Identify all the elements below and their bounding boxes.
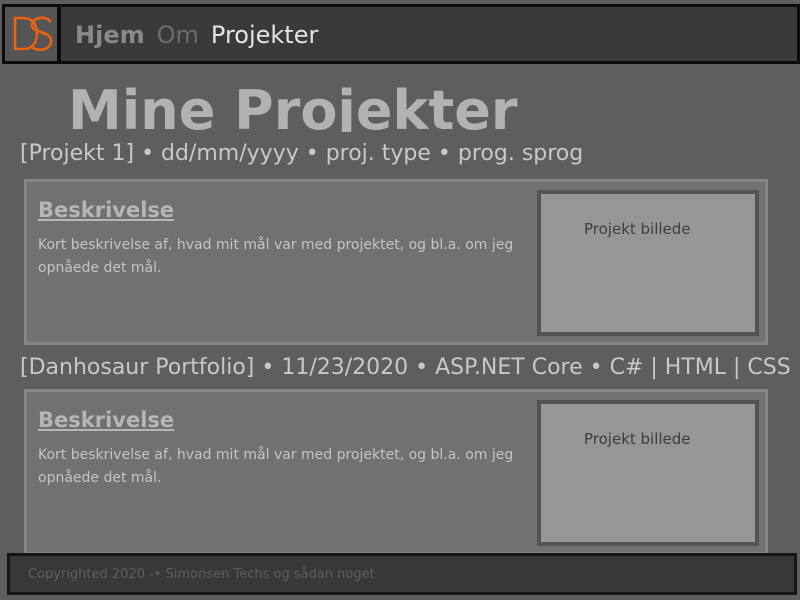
nav-link-projekter[interactable]: Projekter	[211, 21, 318, 49]
project-card: Beskrivelse Kort beskrivelse af, hvad mi…	[24, 179, 768, 345]
project-card: Beskrivelse Kort beskrivelse af, hvad mi…	[24, 389, 768, 555]
nav-link-om[interactable]: Om	[157, 21, 199, 49]
footer: Copyrighted 2020 -• Simonsen Techs og så…	[7, 553, 797, 595]
ds-logo-icon	[13, 16, 53, 52]
footer-copyright: Copyrighted 2020 -• Simonsen Techs og så…	[28, 567, 375, 582]
project-description: Kort beskrivelse af, hvad mit mål var me…	[38, 447, 514, 486]
description-heading: Beskrivelse	[38, 198, 175, 222]
description-heading: Beskrivelse	[38, 408, 175, 432]
project-meta: [Danhosaur Portfolio] • 11/23/2020 • ASP…	[20, 355, 791, 380]
project-image-label: Projekt billede	[584, 220, 691, 238]
project-description: Kort beskrivelse af, hvad mit mål var me…	[38, 237, 514, 276]
top-navigation-bar: Hjem Om Projekter	[2, 4, 800, 64]
page-title: Mine Projekter	[68, 79, 518, 132]
project-image-label: Projekt billede	[584, 430, 691, 448]
project-image: Projekt billede	[537, 190, 759, 336]
logo[interactable]	[5, 7, 61, 61]
project-meta: [Projekt 1] • dd/mm/yyyy • proj. type • …	[20, 141, 584, 166]
main-nav: Hjem Om Projekter	[75, 20, 330, 50]
project-image: Projekt billede	[537, 400, 759, 546]
nav-link-hjem[interactable]: Hjem	[75, 21, 145, 49]
